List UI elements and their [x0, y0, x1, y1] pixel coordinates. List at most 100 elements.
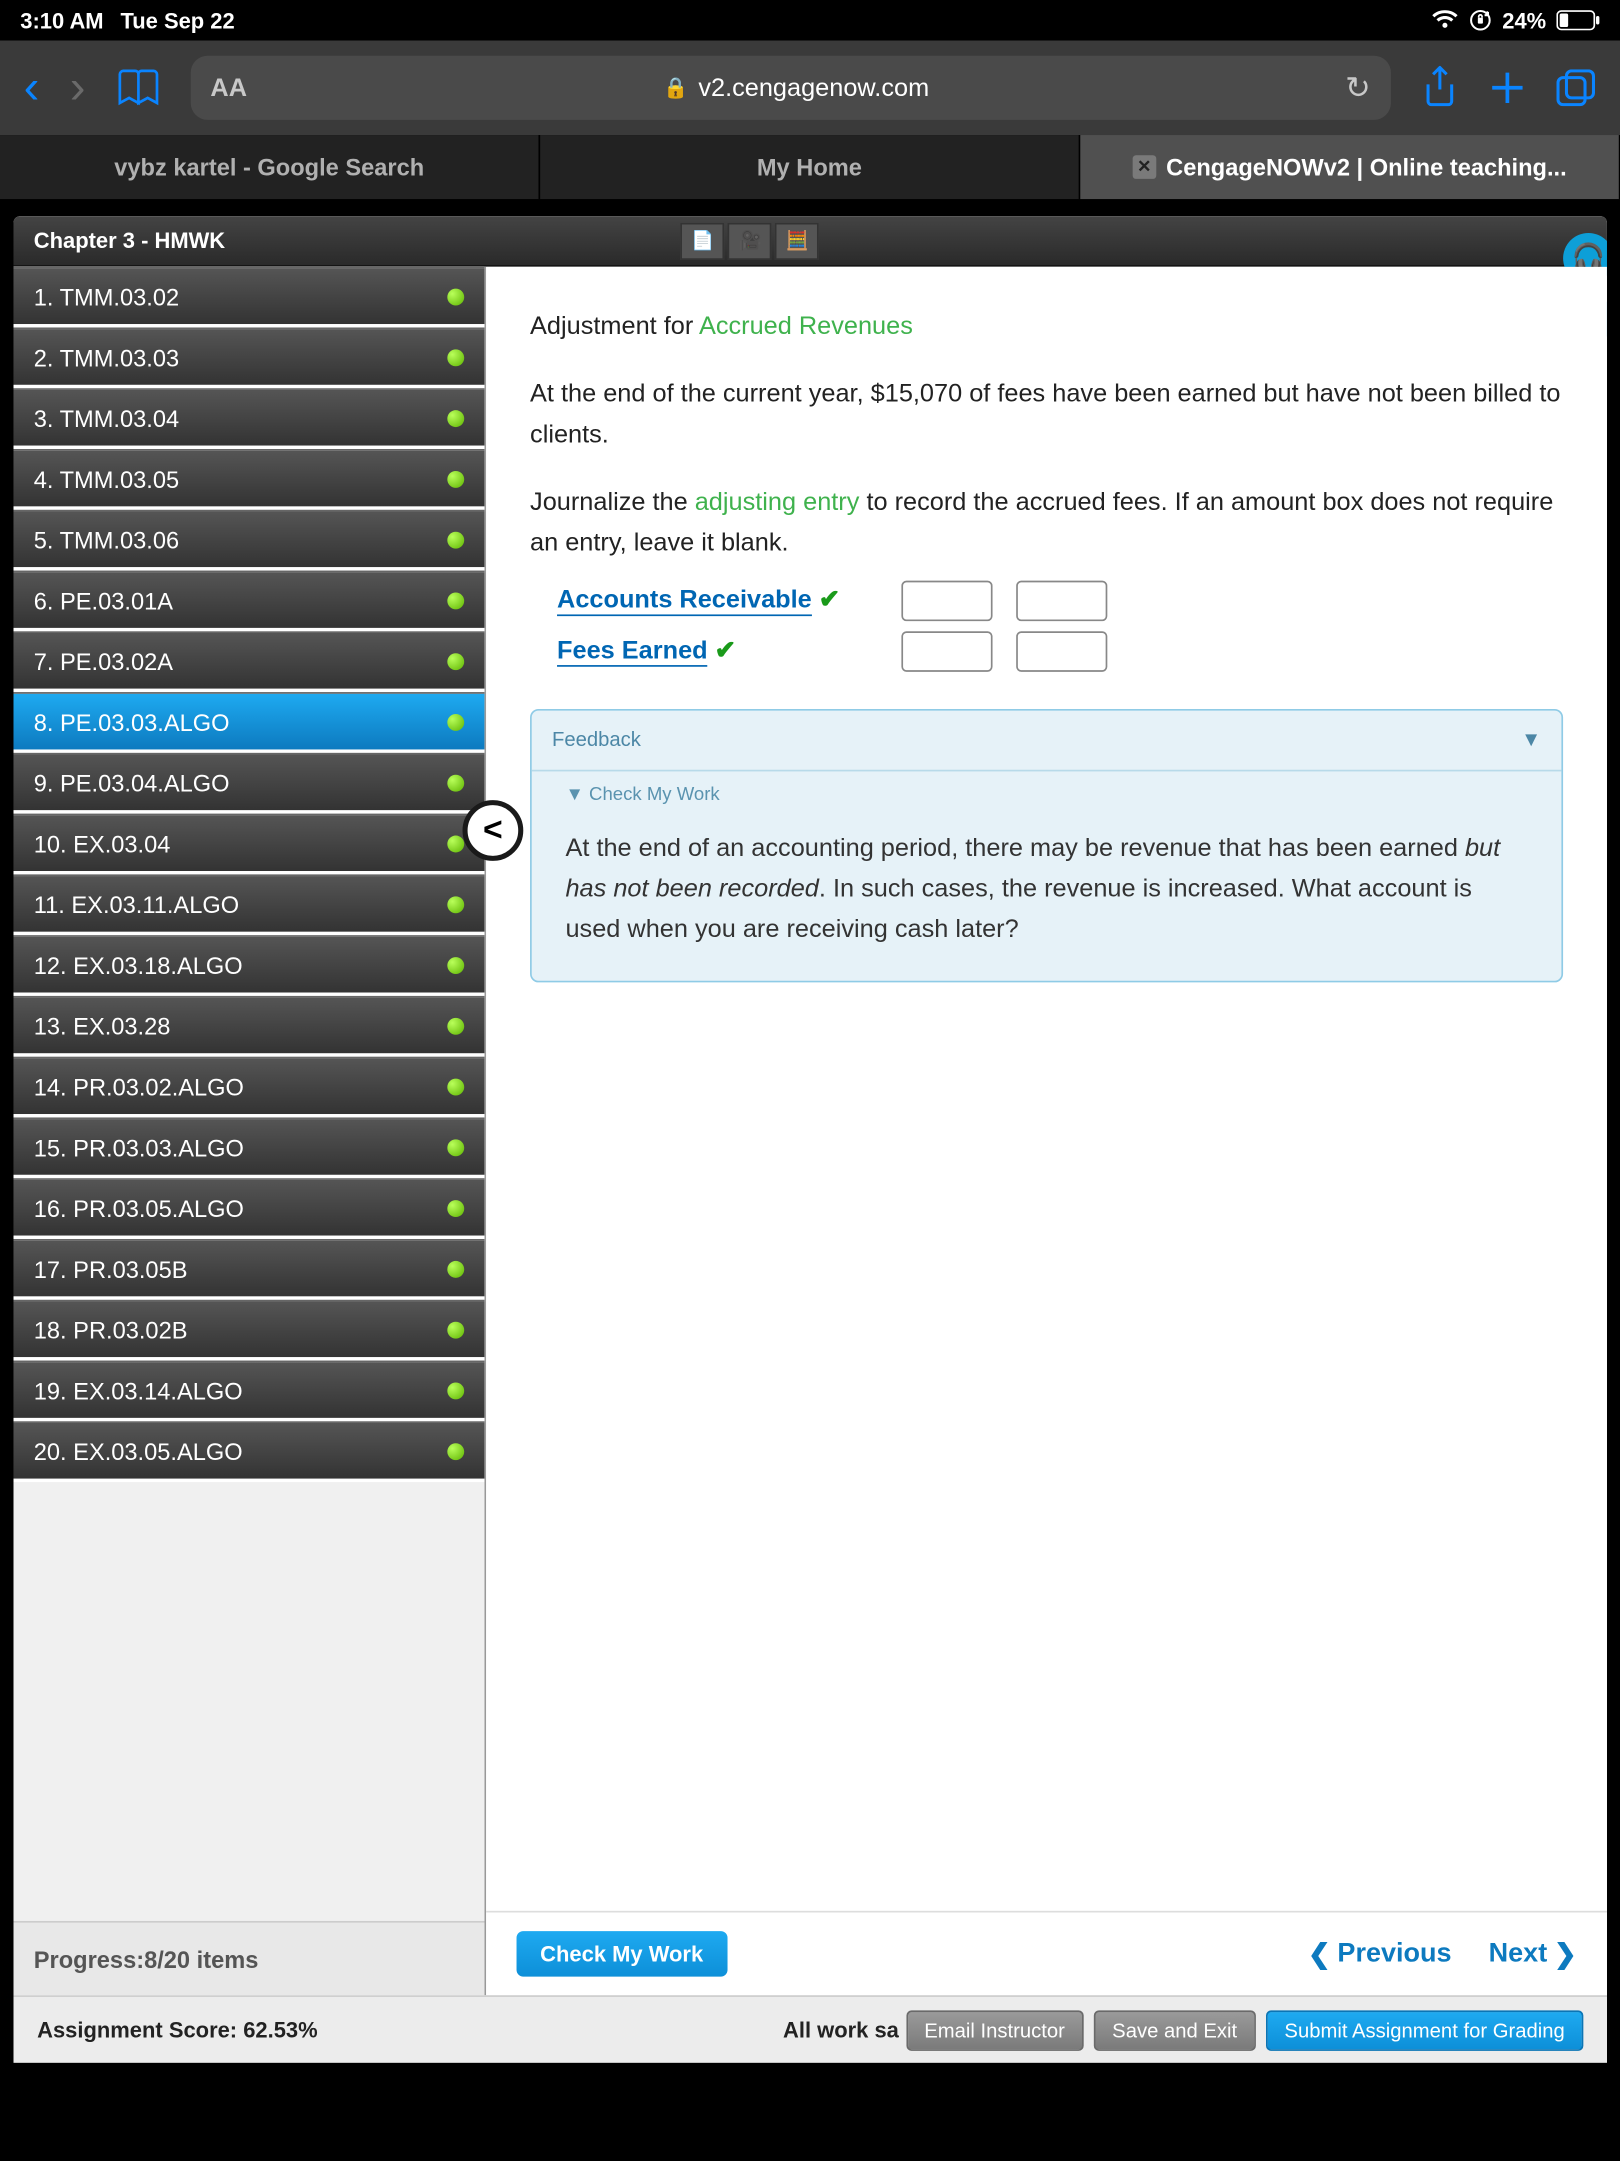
question-sidebar: 1. TMM.03.02 2. TMM.03.03 3. TMM.03.04 4. T… [14, 267, 487, 1996]
assignment-header: Chapter 3 - HMWK 📄 🎥 🧮 [14, 216, 1607, 267]
status-dot-icon [447, 652, 464, 669]
sidebar-item-18[interactable]: 18. PR.03.02B [14, 1300, 485, 1361]
share-button[interactable] [1421, 66, 1458, 110]
status-bar: 3:10 AM Tue Sep 22 24% [0, 0, 1620, 41]
status-dot-icon [447, 1382, 464, 1399]
sidebar-item-19[interactable]: 19. EX.03.14.ALGO [14, 1361, 485, 1422]
sidebar-item-20[interactable]: 20. EX.03.05.ALGO [14, 1421, 485, 1482]
feedback-caret-icon[interactable]: ▼ [565, 785, 589, 805]
collapse-sidebar-button[interactable]: < [463, 800, 524, 861]
sidebar-item-label: 7. PE.03.02A [34, 647, 173, 674]
status-dot-icon [447, 1442, 464, 1459]
sidebar-item-3[interactable]: 3. TMM.03.04 [14, 388, 485, 449]
sidebar-item-label: 11. EX.03.11.ALGO [34, 890, 239, 917]
tab-strip: vybz kartel - Google Search My Home ✕ Ce… [0, 135, 1620, 199]
sidebar-item-label: 16. PR.03.05.ALGO [34, 1194, 244, 1221]
sidebar-item-14[interactable]: 14. PR.03.02.ALGO [14, 1057, 485, 1118]
sidebar-item-12[interactable]: 12. EX.03.18.ALGO [14, 935, 485, 996]
status-dot-icon [447, 470, 464, 487]
forward-button: › [70, 61, 86, 115]
video-icon[interactable]: 🎥 [728, 222, 772, 259]
assignment-title: Chapter 3 - HMWK [34, 228, 225, 253]
sidebar-item-4[interactable]: 4. TMM.03.05 [14, 449, 485, 510]
close-tab-icon[interactable]: ✕ [1132, 155, 1156, 179]
sidebar-item-13[interactable]: 13. EX.03.28 [14, 996, 485, 1057]
status-dot-icon [447, 835, 464, 852]
status-date: Tue Sep 22 [120, 8, 234, 33]
tab-cengagenow[interactable]: ✕ CengageNOWv2 | Online teaching... [1080, 135, 1620, 199]
sidebar-item-label: 18. PR.03.02B [34, 1316, 188, 1343]
credit-input-2[interactable] [1016, 631, 1107, 672]
sidebar-item-7[interactable]: 7. PE.03.02A [14, 631, 485, 692]
reload-button[interactable]: ↻ [1345, 70, 1370, 105]
sidebar-item-8[interactable]: 8. PE.03.03.ALGO [14, 692, 485, 753]
sidebar-item-label: 10. EX.03.04 [34, 830, 171, 857]
url-text: v2.cengagenow.com [698, 73, 929, 102]
battery-pct: 24% [1502, 8, 1546, 33]
lock-icon: 🔒 [663, 76, 688, 100]
feedback-body: At the end of an accounting period, ther… [532, 815, 1562, 980]
ebook-icon[interactable]: 📄 [681, 222, 725, 259]
account-row-1[interactable]: Accounts Receivable ✔ [557, 581, 878, 622]
account-row-2[interactable]: Fees Earned ✔ [557, 631, 878, 672]
email-instructor-button[interactable]: Email Instructor [906, 2010, 1084, 2051]
sidebar-item-label: 1. TMM.03.02 [34, 283, 179, 310]
next-button[interactable]: Next ❯ [1489, 1937, 1577, 1971]
battery-icon [1556, 10, 1600, 30]
previous-button[interactable]: ❮ Previous [1308, 1937, 1451, 1971]
check-icon: ✔ [715, 636, 736, 665]
sidebar-item-9[interactable]: 9. PE.03.04.ALGO [14, 753, 485, 814]
sidebar-item-11[interactable]: 11. EX.03.11.ALGO [14, 874, 485, 935]
tab-my-home[interactable]: My Home [540, 135, 1080, 199]
sidebar-item-label: 3. TMM.03.04 [34, 404, 179, 431]
sidebar-item-label: 4. TMM.03.05 [34, 465, 179, 492]
status-dot-icon [447, 409, 464, 426]
sidebar-item-label: 15. PR.03.03.ALGO [34, 1133, 244, 1160]
sidebar-item-10[interactable]: 10. EX.03.04 [14, 814, 485, 875]
sidebar-item-15[interactable]: 15. PR.03.03.ALGO [14, 1117, 485, 1178]
new-tab-button[interactable] [1489, 69, 1526, 106]
check-my-work-button[interactable]: Check My Work [517, 1931, 727, 1977]
sidebar-item-label: 17. PR.03.05B [34, 1255, 188, 1282]
save-status: All work sa [783, 2017, 899, 2042]
status-dot-icon [447, 349, 464, 366]
calculator-icon[interactable]: 🧮 [775, 222, 819, 259]
tab-google-search[interactable]: vybz kartel - Google Search [0, 135, 540, 199]
sidebar-item-label: 13. EX.03.28 [34, 1012, 171, 1039]
feedback-subhead: Check My Work [589, 785, 720, 805]
question-title: Adjustment for Accrued Revenues [530, 307, 1563, 348]
sidebar-item-6[interactable]: 6. PE.03.01A [14, 571, 485, 632]
credit-input-1[interactable] [1016, 581, 1107, 622]
status-dot-icon [447, 1078, 464, 1095]
progress-text: Progress:8/20 items [14, 1921, 485, 1995]
bookmarks-icon[interactable] [116, 69, 160, 106]
submit-assignment-button[interactable]: Submit Assignment for Grading [1266, 2010, 1583, 2051]
back-button[interactable]: ‹ [24, 61, 40, 115]
tabs-button[interactable] [1556, 69, 1597, 106]
feedback-panel: Feedback ▼ ▼ Check My Work At the end of… [530, 709, 1563, 982]
save-and-exit-button[interactable]: Save and Exit [1094, 2010, 1256, 2051]
status-dot-icon [447, 592, 464, 609]
question-para-2: Journalize the adjusting entry to record… [530, 483, 1563, 564]
wifi-icon [1431, 10, 1458, 30]
adjusting-entry-link[interactable]: adjusting entry [695, 488, 860, 517]
status-dot-icon [447, 1199, 464, 1216]
debit-input-2[interactable] [901, 631, 992, 672]
feedback-collapse-icon[interactable]: ▼ [1521, 724, 1541, 756]
orientation-lock-icon [1469, 8, 1493, 32]
status-dot-icon [447, 1139, 464, 1156]
address-bar[interactable]: AA 🔒 v2.cengagenow.com ↻ [190, 56, 1391, 120]
sidebar-item-5[interactable]: 5. TMM.03.06 [14, 510, 485, 571]
text-size-button[interactable]: AA [210, 73, 247, 102]
status-dot-icon [447, 1017, 464, 1034]
accrued-revenues-link[interactable]: Accrued Revenues [699, 312, 913, 341]
sidebar-item-16[interactable]: 16. PR.03.05.ALGO [14, 1178, 485, 1239]
sidebar-item-17[interactable]: 17. PR.03.05B [14, 1239, 485, 1300]
sidebar-item-label: 20. EX.03.05.ALGO [34, 1437, 243, 1464]
browser-toolbar: ‹ › AA 🔒 v2.cengagenow.com ↻ [0, 41, 1620, 136]
sidebar-item-1[interactable]: 1. TMM.03.02 [14, 267, 485, 328]
sidebar-item-label: 12. EX.03.18.ALGO [34, 951, 243, 978]
status-dot-icon [447, 774, 464, 791]
sidebar-item-2[interactable]: 2. TMM.03.03 [14, 327, 485, 388]
debit-input-1[interactable] [901, 581, 992, 622]
